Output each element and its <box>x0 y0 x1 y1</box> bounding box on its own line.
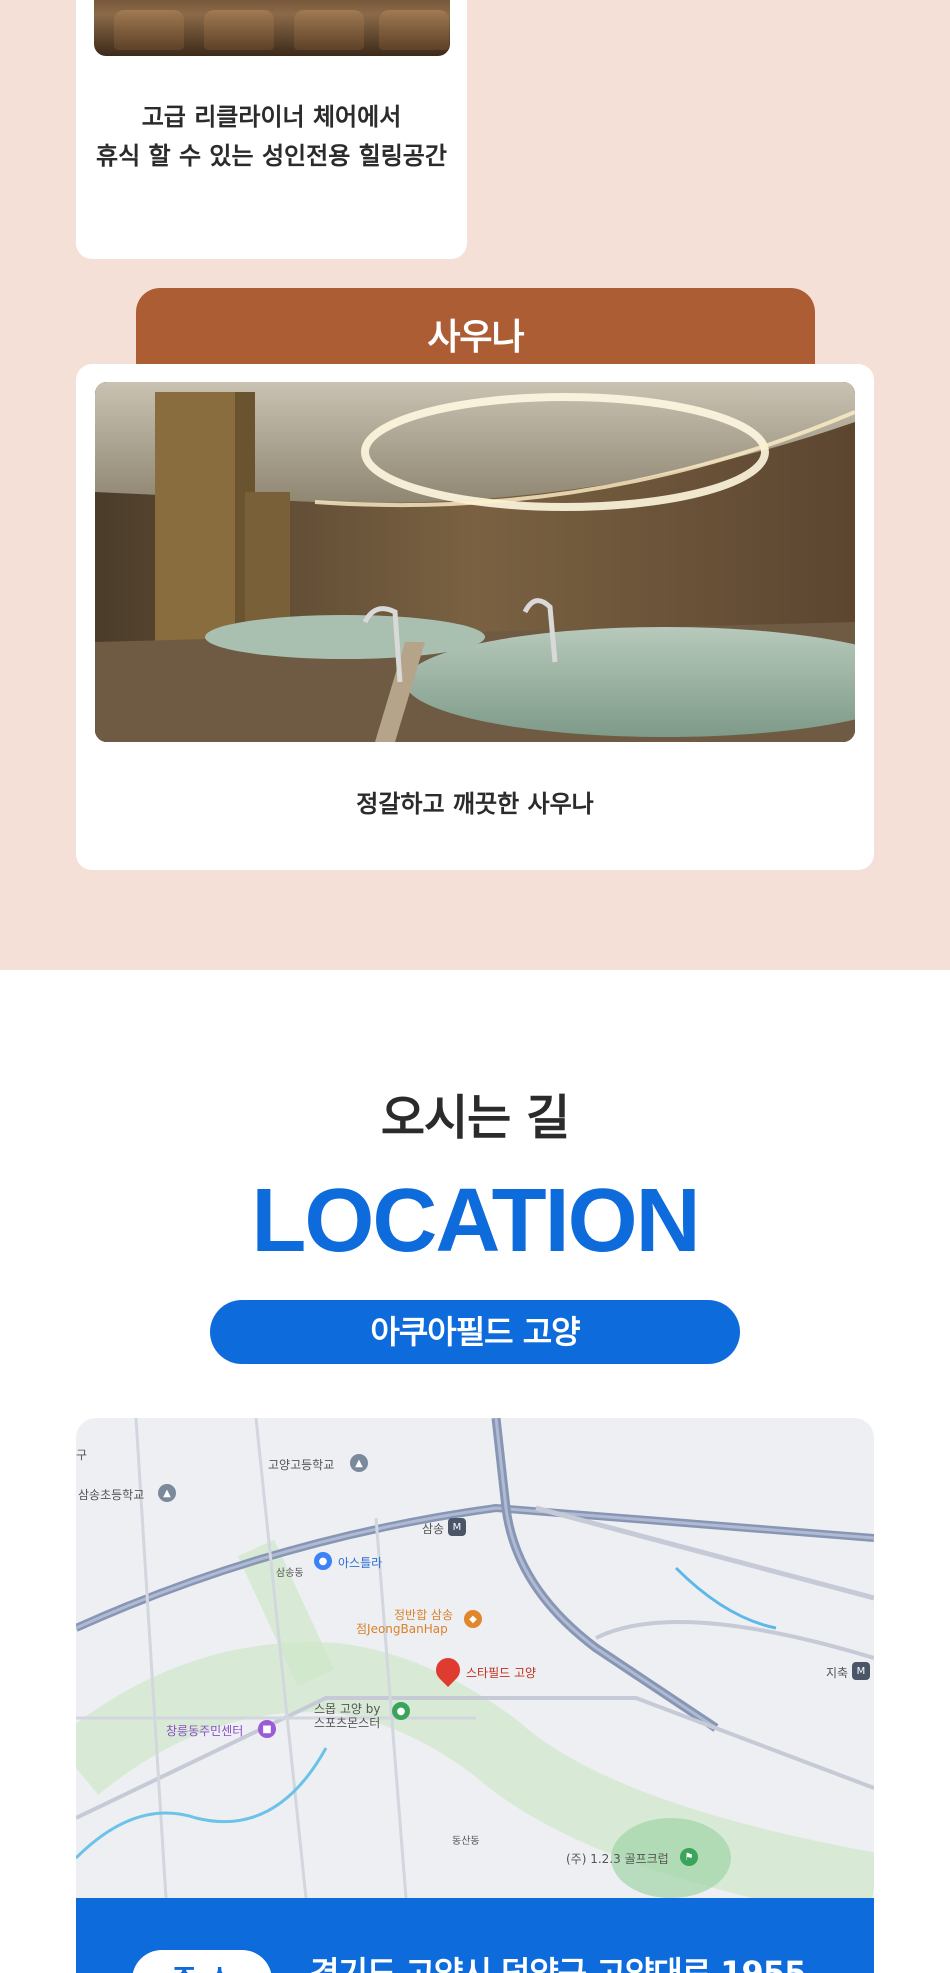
map-label-golf[interactable]: (주) 1.2.3 골프크럽 <box>566 1850 669 1867</box>
address-bar: 주 소 경기도 고양시 덕양구 고양대로 1955 <box>76 1898 874 1973</box>
school-icon[interactable]: ▲ <box>158 1484 176 1502</box>
map-label-community-center[interactable]: 창릉동주민센터 <box>166 1722 243 1739</box>
map-roads <box>76 1418 874 1898</box>
map-label-sport-2[interactable]: 스포츠몬스터 <box>314 1714 380 1731</box>
golf-icon[interactable]: ⚑ <box>680 1848 698 1866</box>
shopping-icon[interactable]: ● <box>314 1552 332 1570</box>
map-label-high-school[interactable]: 고양고등학교 <box>268 1456 334 1473</box>
map-label-restaurant-en[interactable]: 점JeongBanHap <box>356 1620 448 1637</box>
sports-icon[interactable]: ● <box>392 1702 410 1720</box>
map-label-partial: 구 <box>76 1448 88 1462</box>
restaurant-icon[interactable]: ◆ <box>464 1610 482 1628</box>
map-label-samsong-dong: 삼송동 <box>276 1568 304 1579</box>
sauna-illustration <box>95 382 855 742</box>
address-label: 주 소 <box>132 1950 272 1973</box>
lounge-card: 고급 리클라이너 체어에서 휴식 할 수 있는 성인전용 힐링공간 <box>76 0 467 259</box>
facilities-section: 고급 리클라이너 체어에서 휴식 할 수 있는 성인전용 힐링공간 사우나 정갈… <box>0 0 950 970</box>
place-name-badge: 아쿠아필드 고양 <box>210 1300 740 1364</box>
map-label-samsong-station[interactable]: 삼송 <box>422 1520 444 1537</box>
subway-icon[interactable]: M <box>448 1518 466 1536</box>
location-title: LOCATION <box>251 1171 700 1271</box>
map-label-elem-school[interactable]: 삼송초등학교 <box>78 1486 144 1503</box>
sauna-caption: 정갈하고 깨끗한 사우나 <box>356 790 594 818</box>
school-icon[interactable]: ▲ <box>350 1454 368 1472</box>
subway-icon[interactable]: M <box>852 1662 870 1680</box>
location-heading: 오시는 길 <box>380 1090 570 1146</box>
lounge-photo <box>94 0 450 56</box>
sauna-title: 사우나 <box>427 317 524 358</box>
map-label-starfield[interactable]: 스타필드 고양 <box>466 1664 536 1681</box>
sauna-photo <box>95 382 855 742</box>
map-label-dongsan: 동산동 <box>452 1836 480 1847</box>
sauna-card: 정갈하고 깨끗한 사우나 <box>76 364 874 870</box>
location-map[interactable]: 구 고양고등학교 ▲ 삼송초등학교 ▲ 삼송 M ● 아스틀라 삼송동 정반합 … <box>76 1418 874 1898</box>
lounge-caption: 고급 리클라이너 체어에서 휴식 할 수 있는 성인전용 힐링공간 <box>96 103 447 170</box>
community-center-icon[interactable]: ■ <box>258 1720 276 1738</box>
address-value: 경기도 고양시 덕양구 고양대로 1955 <box>310 1954 806 1973</box>
map-label-aslra[interactable]: 아스틀라 <box>338 1554 382 1571</box>
map-label-jichuk[interactable]: 지축 <box>826 1664 848 1681</box>
